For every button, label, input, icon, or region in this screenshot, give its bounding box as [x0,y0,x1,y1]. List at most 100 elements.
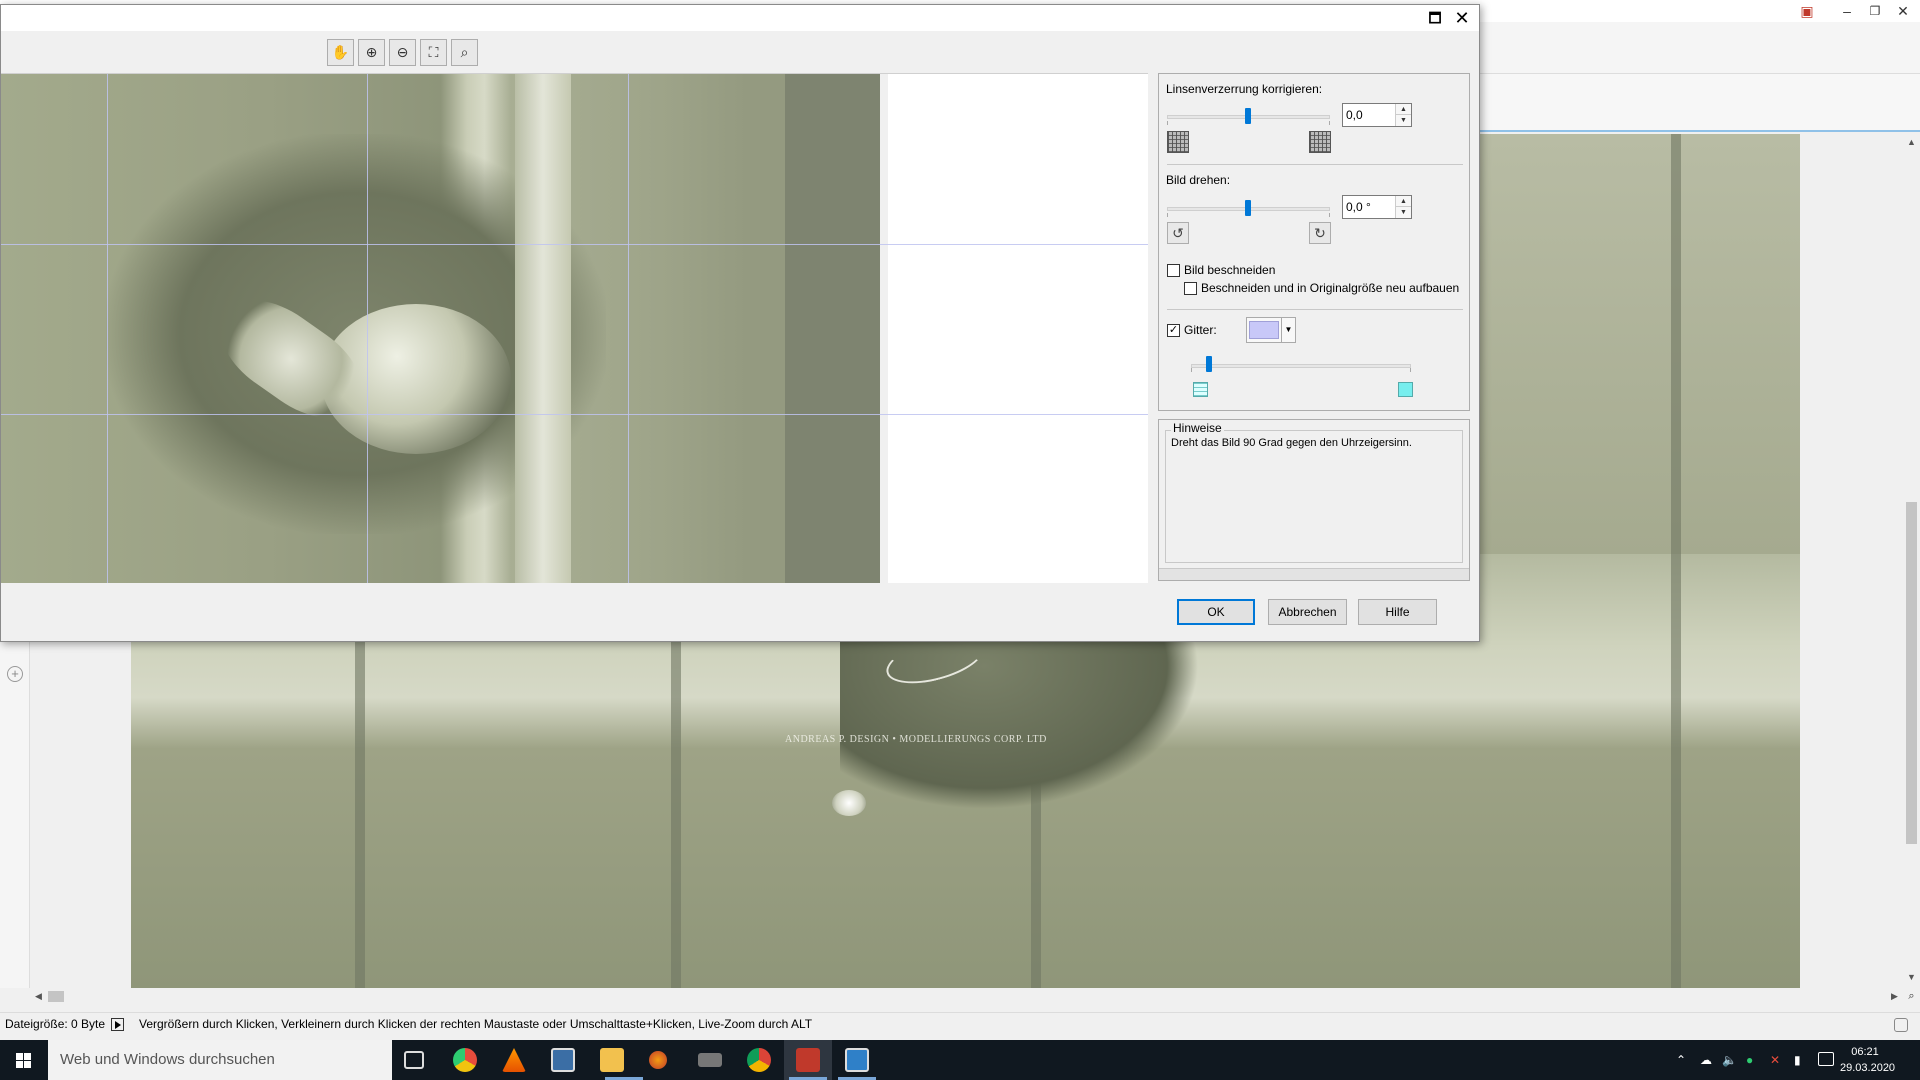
hand-tool-button[interactable]: ✋ [327,39,354,66]
spin-down-icon[interactable]: ▼ [1395,115,1411,126]
zoom-out-button[interactable]: ⊖ [389,39,416,66]
start-button[interactable] [0,1040,48,1080]
grid-color-picker[interactable]: ▼ [1246,317,1296,343]
restore-button[interactable]: ❐ [1862,1,1888,21]
dialog-titlebar: 🗖 ✕ [1,5,1479,31]
photo-app-icon[interactable] [453,1048,477,1072]
grid-line [1,244,1148,245]
chrome-icon[interactable] [747,1048,771,1072]
rotate-right-button[interactable]: ↻ [1309,222,1331,244]
fit-to-window-icon: ⛶ [428,44,439,60]
signal-icon[interactable]: ▮ [1794,1040,1801,1080]
app-icon[interactable] [649,1051,667,1069]
large-grid-icon[interactable] [1398,382,1413,397]
cloud-icon[interactable]: ☁ [1700,1040,1712,1080]
spin-up-icon[interactable]: ▲ [1395,196,1411,207]
scroll-thumb[interactable] [48,991,64,1002]
grid-line [107,74,108,583]
network-warning-icon[interactable]: ✕ [1770,1040,1780,1080]
zoom-in-button[interactable]: ⊕ [358,39,385,66]
close-button[interactable]: ✕ [1890,1,1916,21]
lens-correction-dialog: 🗖 ✕ ✋ ⊕ ⊖ ⛶ ⌕ Linsenverzerrung korrigier… [0,4,1480,642]
lens-distortion-spinbox[interactable]: ▲ ▼ [1342,103,1412,127]
crop-checkbox[interactable] [1167,264,1180,277]
rotate-left-button[interactable]: ↺ [1167,222,1189,244]
barrel-distortion-icon[interactable] [1167,131,1189,153]
scroll-up-icon[interactable]: ▲ [1903,134,1920,151]
rotate-input[interactable] [1346,199,1390,215]
help-button[interactable]: Hilfe [1358,599,1437,625]
preview-separator [880,74,888,583]
grid-label: Gitter: [1184,323,1217,337]
separator [1167,164,1463,165]
clock-date: 29.03.2020 [1840,1062,1896,1074]
lens-distortion-label: Linsenverzerrung korrigieren: [1166,82,1323,96]
volume-icon[interactable]: 🔈 [1722,1040,1737,1080]
user-icon[interactable]: ▣ [1794,1,1820,21]
preview-dark-strip [785,74,880,583]
maximize-icon[interactable]: 🗖 [1425,8,1445,28]
chevron-down-icon[interactable]: ▼ [1281,318,1295,342]
close-icon[interactable]: ✕ [1451,8,1473,28]
clock-time: 06:21 [1851,1046,1879,1058]
tray-chevron-icon[interactable]: ⌃ [1676,1040,1686,1080]
actual-size-button[interactable]: ⌕ [451,39,478,66]
minimize-button[interactable]: – [1834,1,1860,21]
photo-editor-icon[interactable] [796,1048,820,1072]
window-app-icon[interactable] [845,1048,869,1072]
rotate-left-icon: ↺ [1172,225,1184,241]
hints-bar [1159,568,1469,580]
preview-image [1,74,880,583]
zoom-in-icon: ⊕ [365,44,378,60]
grid-checkbox[interactable]: ✓ [1167,324,1180,337]
image-viewer-icon[interactable] [551,1048,575,1072]
app-toolbar [1480,22,1920,74]
grid-size-slider-thumb[interactable] [1206,356,1212,372]
grid-line [1,414,1148,415]
pincushion-distortion-icon[interactable] [1309,131,1331,153]
windows-logo-icon [16,1053,23,1060]
crop-label: Bild beschneiden [1184,263,1276,277]
grid-line [628,74,629,583]
scanner-icon[interactable] [698,1053,722,1067]
rotate-label: Bild drehen: [1166,173,1231,187]
crop-rebuild-checkbox[interactable] [1184,282,1197,295]
scroll-left-icon[interactable]: ◀ [30,988,47,1005]
watermark-text: ANDREAS P. DESIGN • MODELLIERUNGS CORP. … [785,734,1047,745]
security-check-icon[interactable]: ● [1746,1040,1753,1080]
play-icon[interactable] [111,1018,124,1031]
cancel-button[interactable]: Abbrechen [1268,599,1347,625]
ok-button[interactable]: OK [1177,599,1255,625]
scroll-thumb[interactable] [1906,502,1917,844]
add-icon[interactable]: + [7,666,23,682]
file-explorer-icon[interactable] [600,1048,624,1072]
lens-distortion-input[interactable] [1346,107,1390,123]
rotate-spinbox[interactable]: ▲ ▼ [1342,195,1412,219]
task-view-icon[interactable] [404,1051,424,1069]
settings-panel: Linsenverzerrung korrigieren: ▲ ▼ Bild d… [1158,73,1470,411]
notification-center-icon[interactable] [1818,1052,1834,1066]
separator [1167,309,1463,310]
system-clock[interactable]: 06:21 29.03.2020 [1840,1044,1896,1076]
spin-up-icon[interactable]: ▲ [1395,104,1411,115]
vertical-scrollbar[interactable]: ▲ ▼ [1903,134,1920,986]
crop-rebuild-label: Beschneiden und in Originalgröße neu auf… [1201,281,1460,295]
taskbar-search-input[interactable]: Web und Windows durchsuchen [48,1040,392,1080]
small-grid-icon[interactable] [1193,382,1208,397]
lens-distortion-slider-thumb[interactable] [1245,108,1251,124]
spin-down-icon[interactable]: ▼ [1395,207,1411,218]
app-left-toolbar: + [0,640,30,988]
preview-pole [515,74,571,583]
horizontal-scrollbar[interactable]: ◀ ▶ [30,988,1903,1005]
zoom-icon[interactable]: ⌕ [1903,988,1920,1005]
file-size-label: Dateigröße: 0 Byte [5,1017,106,1031]
scroll-right-icon[interactable]: ▶ [1886,988,1903,1005]
image-preview[interactable] [1,73,1148,583]
rotate-slider-thumb[interactable] [1245,200,1251,216]
status-hint-text: Vergrößern durch Klicken, Verkleinern du… [139,1017,813,1031]
hints-title: Hinweise [1171,421,1224,435]
scroll-down-icon[interactable]: ▼ [1903,969,1920,986]
vlc-icon[interactable] [502,1048,526,1072]
status-settings-icon[interactable] [1894,1018,1908,1032]
fit-to-window-button[interactable]: ⛶ [420,39,447,66]
